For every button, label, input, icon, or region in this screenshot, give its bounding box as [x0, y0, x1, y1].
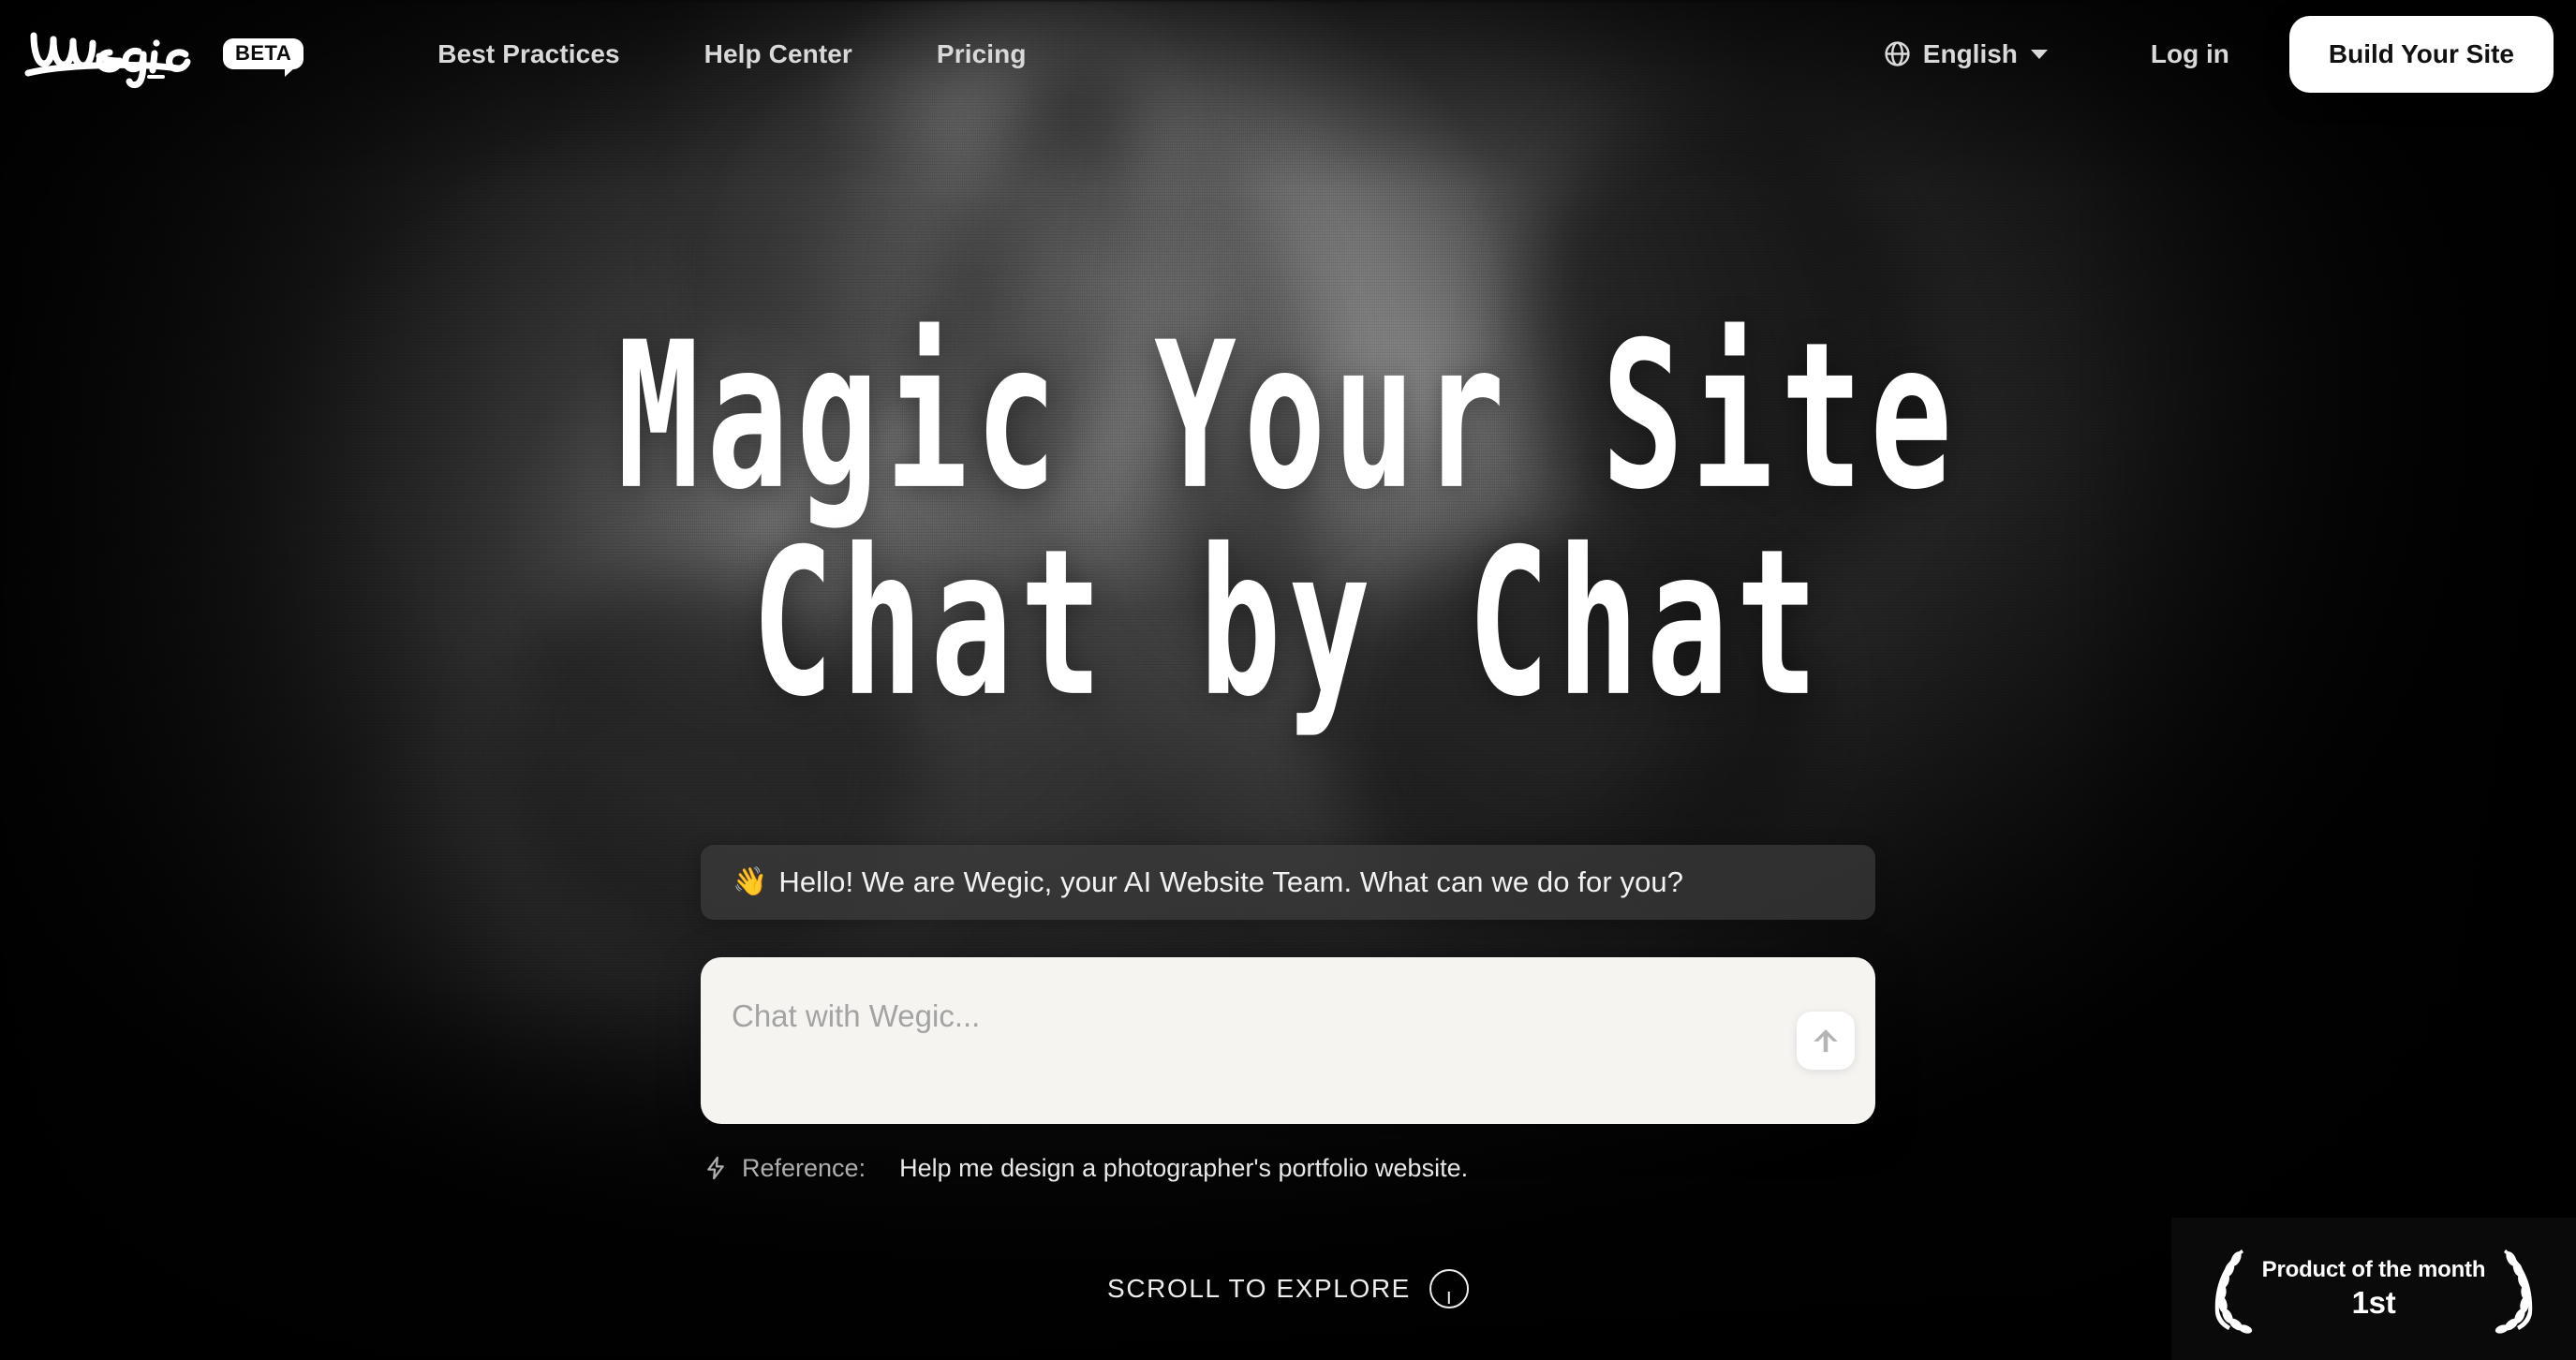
landing-page: BETA Best Practices Help Center Pricing … — [0, 0, 2576, 1360]
wegic-logo-icon — [24, 32, 191, 88]
reference-label: Reference: — [742, 1153, 866, 1182]
badge-title: Product of the month — [2261, 1257, 2486, 1282]
headline-line-1: Magic Your Site — [616, 298, 1960, 535]
scroll-label: SCROLL TO EXPLORE — [1107, 1274, 1411, 1303]
chat-input-placeholder: Chat with Wegic... — [732, 998, 981, 1033]
chevron-down-icon — [2030, 49, 2048, 59]
greeting-text: Hello! We are Wegic, your AI Website Tea… — [778, 865, 1684, 898]
top-navigation-bar: BETA Best Practices Help Center Pricing … — [0, 0, 2576, 108]
badge-text-group: Product of the month 1st — [2262, 1257, 2486, 1321]
nav-links: Best Practices Help Center Pricing — [395, 39, 1068, 69]
laurel-wreath-icon — [2214, 1249, 2252, 1334]
language-label: English — [1922, 38, 2018, 68]
send-button[interactable] — [1797, 1011, 1855, 1070]
globe-icon — [1885, 41, 1910, 67]
chat-composer[interactable]: Chat with Wegic... — [701, 956, 1875, 1124]
scroll-circle-icon[interactable] — [1429, 1269, 1469, 1308]
product-of-the-month-badge[interactable]: Product of the month 1st — [2171, 1218, 2576, 1360]
laurel-wreath-icon — [2495, 1249, 2533, 1334]
waving-hand-icon: 👋 — [733, 865, 768, 897]
zap-icon — [707, 1157, 724, 1180]
beta-badge: BETA — [223, 38, 304, 77]
logo[interactable]: BETA — [21, 21, 304, 88]
build-your-site-button[interactable]: Build Your Site — [2288, 15, 2554, 93]
hero-section: Magic Your Site Chat by Chat 👋 Hello! We… — [0, 0, 2576, 1360]
reference-suggestion[interactable]: Help me design a photographer's portfoli… — [899, 1154, 1468, 1183]
nav-link-pricing[interactable]: Pricing — [895, 39, 1069, 69]
reference-suggestion-row: Reference: Help me design a photographer… — [701, 1154, 1875, 1183]
badge-rank: 1st — [2351, 1285, 2396, 1320]
scroll-to-explore[interactable]: SCROLL TO EXPLORE — [1107, 1269, 1469, 1308]
nav-right-group: English Log in Build Your Site — [1883, 15, 2576, 93]
greeting-message-bubble: 👋 Hello! We are Wegic, your AI Website T… — [701, 844, 1875, 920]
nav-link-best-practices[interactable]: Best Practices — [395, 39, 661, 69]
arrow-up-icon — [1814, 1029, 1838, 1053]
hero-headline: Magic Your Site Chat by Chat — [589, 298, 1988, 724]
nav-link-help-center[interactable]: Help Center — [662, 39, 895, 69]
login-link[interactable]: Log in — [2151, 39, 2229, 69]
headline-line-2: Chat by Chat — [750, 505, 1826, 741]
language-selector[interactable]: English — [1883, 39, 2048, 69]
